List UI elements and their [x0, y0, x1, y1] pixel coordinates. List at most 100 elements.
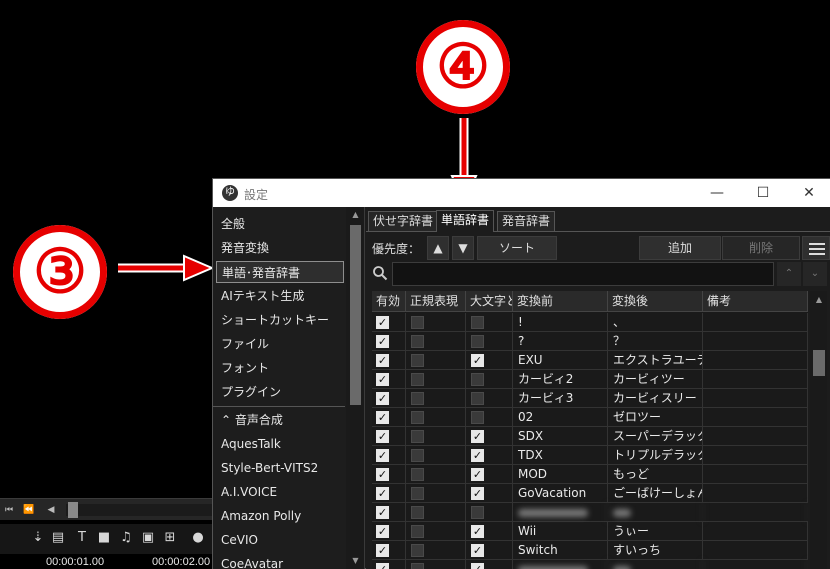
minimize-button[interactable]: — [707, 183, 727, 203]
after-cell[interactable]: うぃー [608, 522, 703, 541]
after-cell[interactable] [608, 503, 703, 522]
case-checkbox[interactable]: ✓ [471, 430, 484, 443]
before-cell[interactable]: EXU [513, 351, 608, 370]
sidebar-item[interactable]: プラグイン [216, 381, 344, 403]
skip-start-icon[interactable]: ⏮ [2, 503, 16, 517]
regex-checkbox[interactable] [411, 506, 424, 519]
col-before-header[interactable]: 変換前 [513, 291, 608, 312]
add-layer-icon[interactable]: ⊞ [162, 530, 178, 546]
close-button[interactable]: ✕ [799, 183, 819, 203]
enabled-checkbox[interactable]: ✓ [376, 411, 389, 424]
table-row[interactable]: ✓ ✓ Switch すいっち [372, 541, 808, 560]
note-cell[interactable] [703, 541, 808, 560]
enabled-checkbox[interactable]: ✓ [376, 563, 389, 569]
note-cell[interactable] [703, 465, 808, 484]
after-cell[interactable]: ごーばけーしょん [608, 484, 703, 503]
col-regex-header[interactable]: 正規表現 [406, 291, 466, 312]
table-row[interactable]: ✓!、 [372, 313, 808, 332]
delete-button[interactable]: 削除 [722, 236, 800, 260]
regex-checkbox[interactable] [411, 392, 424, 405]
table-row[interactable]: ✓ ✓ TDXトリプルデラックス [372, 446, 808, 465]
regex-checkbox[interactable] [411, 373, 424, 386]
sidebar-item[interactable]: 全般 [216, 213, 344, 235]
regex-checkbox[interactable] [411, 544, 424, 557]
note-cell[interactable] [703, 484, 808, 503]
video-icon[interactable]: ■ [96, 530, 112, 546]
table-row[interactable]: ✓ ✓ Wii うぃー [372, 522, 808, 541]
sidebar-scroll-thumb[interactable] [350, 225, 361, 405]
case-checkbox[interactable] [471, 411, 484, 424]
before-cell[interactable]: カービィ3 [513, 389, 608, 408]
before-cell[interactable]: Wii [513, 522, 608, 541]
table-row[interactable]: ✓ ✓ SDXスーパーデラックス [372, 427, 808, 446]
scroll-down-icon[interactable]: ▼ [350, 556, 361, 565]
sidebar-voice-item[interactable]: CeVIO [216, 529, 344, 551]
enabled-checkbox[interactable]: ✓ [376, 468, 389, 481]
regex-checkbox[interactable] [411, 525, 424, 538]
table-row[interactable]: ✓ カービィ2 カービィツー [372, 370, 808, 389]
tab-word-dictionary[interactable]: 単語辞書 [436, 210, 495, 232]
sidebar-item[interactable]: AIテキスト生成 [216, 285, 344, 307]
sidebar-item[interactable]: ショートカットキー [216, 309, 344, 331]
before-cell[interactable]: カービィ2 [513, 370, 608, 389]
table-row[interactable]: ✓ [372, 503, 808, 522]
case-checkbox[interactable] [471, 335, 484, 348]
col-case-header[interactable]: 大文字と [466, 291, 513, 312]
sidebar-item[interactable]: 発音変換 [216, 237, 344, 259]
before-cell[interactable]: MOD [513, 465, 608, 484]
before-cell[interactable]: ? [513, 332, 608, 351]
scroll-up-icon[interactable]: ▲ [350, 210, 361, 219]
table-row[interactable]: ✓ ✓ MOD もっど [372, 465, 808, 484]
regex-checkbox[interactable] [411, 563, 424, 569]
sidebar-voice-item[interactable]: CoeAvatar [216, 553, 344, 569]
after-cell[interactable]: もっど [608, 465, 703, 484]
sidebar-voice-item[interactable]: Style-Bert-VITS2 [216, 457, 344, 479]
regex-checkbox[interactable] [411, 449, 424, 462]
before-cell[interactable] [513, 503, 608, 522]
enabled-checkbox[interactable]: ✓ [376, 525, 389, 538]
dropdown-icon[interactable]: ⇣ [30, 530, 46, 546]
sidebar-voice-item[interactable]: Amazon Polly [216, 505, 344, 527]
note-cell[interactable] [703, 522, 808, 541]
enabled-checkbox[interactable]: ✓ [376, 316, 389, 329]
case-checkbox[interactable]: ✓ [471, 449, 484, 462]
table-scroll-up-icon[interactable]: ▲ [813, 295, 825, 304]
sort-button[interactable]: ソート [477, 236, 557, 260]
sidebar-voice-item[interactable]: A.I.VOICE [216, 481, 344, 503]
priority-up-button[interactable]: ▲ [427, 236, 449, 260]
search-next-button[interactable]: ⌄ [803, 262, 827, 286]
table-row[interactable]: ✓ 02 ゼロツー [372, 408, 808, 427]
case-checkbox[interactable] [471, 316, 484, 329]
search-input[interactable] [392, 262, 774, 286]
before-cell[interactable] [513, 560, 608, 569]
note-cell[interactable] [703, 446, 808, 465]
before-cell[interactable]: ! [513, 313, 608, 332]
enabled-checkbox[interactable]: ✓ [376, 392, 389, 405]
table-scrollbar[interactable] [810, 291, 827, 569]
col-note-header[interactable]: 備考 [703, 291, 808, 312]
search-prev-button[interactable]: ⌃ [777, 262, 801, 286]
enabled-checkbox[interactable]: ✓ [376, 544, 389, 557]
sidebar-item[interactable]: フォント [216, 357, 344, 379]
case-checkbox[interactable]: ✓ [471, 354, 484, 367]
text-icon[interactable]: T [74, 530, 90, 546]
regex-checkbox[interactable] [411, 487, 424, 500]
note-cell[interactable] [703, 332, 808, 351]
case-checkbox[interactable] [471, 392, 484, 405]
case-checkbox[interactable]: ✓ [471, 487, 484, 500]
note-cell[interactable] [703, 313, 808, 332]
case-checkbox[interactable]: ✓ [471, 468, 484, 481]
regex-checkbox[interactable] [411, 468, 424, 481]
note-cell[interactable] [703, 351, 808, 370]
table-row[interactable]: ✓ ✓ EXUエクストラユーティリティ [372, 351, 808, 370]
before-cell[interactable]: SDX [513, 427, 608, 446]
col-after-header[interactable]: 変換後 [608, 291, 703, 312]
after-cell[interactable]: 、 [608, 313, 703, 332]
enabled-checkbox[interactable]: ✓ [376, 506, 389, 519]
after-cell[interactable]: トリプルデラックス [608, 446, 703, 465]
tab-mask-dictionary[interactable]: 伏せ字辞書 [368, 211, 439, 231]
enabled-checkbox[interactable]: ✓ [376, 430, 389, 443]
title-bar[interactable]: ゆ 設定 — ☐ ✕ [213, 179, 830, 207]
case-checkbox[interactable]: ✓ [471, 563, 484, 569]
enabled-checkbox[interactable]: ✓ [376, 449, 389, 462]
